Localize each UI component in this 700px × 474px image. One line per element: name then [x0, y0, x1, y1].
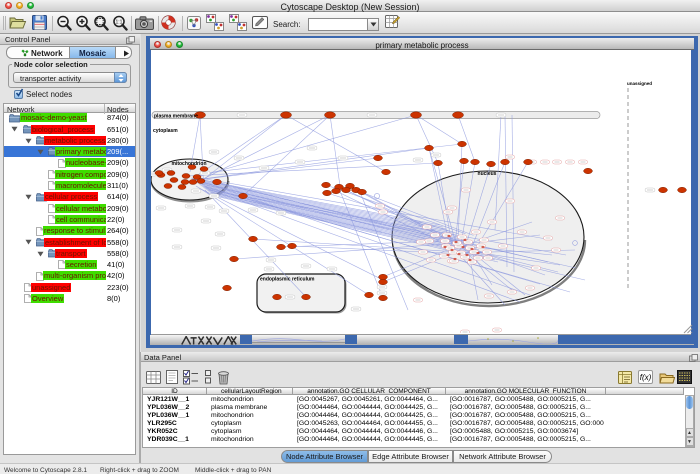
svg-text:cytoplasm: cytoplasm [153, 128, 178, 134]
svg-text:mitochondrion: mitochondrion [172, 161, 207, 167]
svg-text:unassigned: unassigned [627, 81, 652, 86]
svg-text:nucleus: nucleus [478, 171, 497, 177]
svg-text:endoplasmic reticulum: endoplasmic reticulum [260, 277, 315, 283]
svg-text:plasma membrane: plasma membrane [154, 114, 198, 120]
